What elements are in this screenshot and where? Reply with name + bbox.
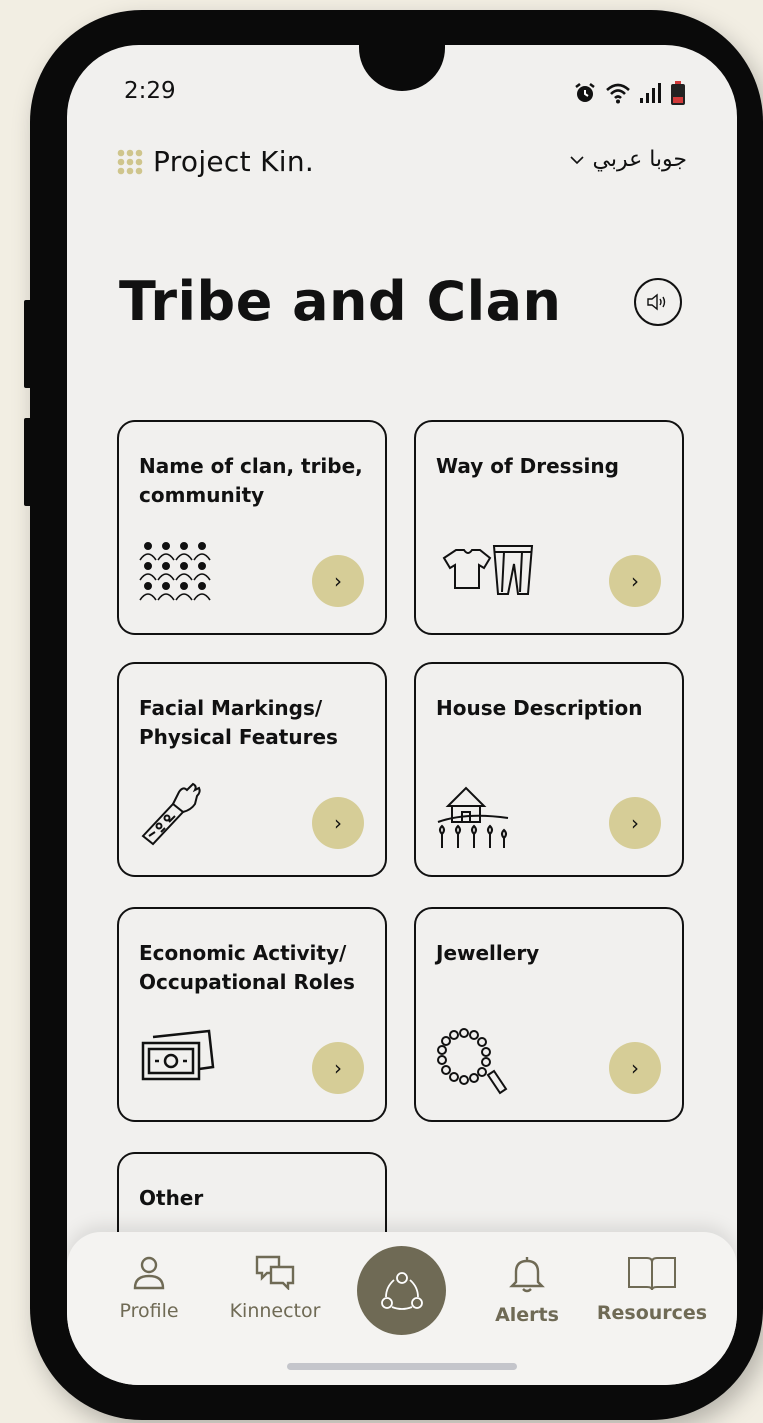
card-title: Name of clan, tribe, community <box>139 454 363 507</box>
chevron-down-icon <box>570 155 585 164</box>
card-title: Facial Markings/ Physical Features <box>139 696 338 749</box>
card-title: Jewellery <box>436 941 540 965</box>
person-icon <box>133 1256 165 1290</box>
bottom-tab-bar: Profile Kinnector Alerts Resources <box>67 1232 737 1385</box>
card-house-description[interactable]: House Description › <box>414 662 684 877</box>
card-economic-activity[interactable]: Economic Activity/ Occupational Roles › <box>117 907 387 1122</box>
speaker-button[interactable] <box>634 278 682 326</box>
card-arrow-button[interactable]: › <box>312 555 364 607</box>
network-icon <box>380 1271 423 1310</box>
tab-kinnector-label: Kinnector <box>229 1300 321 1322</box>
brand[interactable]: Project Kin. <box>117 145 314 178</box>
people-group-icon <box>139 541 211 601</box>
screen: 2:29 Project Kin. جوبا عربي Tribe and Cl… <box>67 45 737 1385</box>
tab-alerts-label: Alerts <box>495 1304 559 1326</box>
signal-icon <box>640 83 661 103</box>
card-clan-name[interactable]: Name of clan, tribe, community › <box>117 420 387 635</box>
chat-bubbles-icon <box>255 1255 295 1290</box>
beads-icon <box>437 1028 508 1095</box>
page-title: Tribe and Clan <box>119 270 562 333</box>
card-way-of-dressing[interactable]: Way of Dressing › <box>414 420 684 635</box>
tab-kinnector[interactable]: Kinnector <box>215 1254 335 1322</box>
card-arrow-button[interactable]: › <box>312 797 364 849</box>
card-title: Economic Activity/ Occupational Roles <box>139 941 355 994</box>
brand-name: Project Kin. <box>153 145 315 178</box>
money-icon <box>141 1029 215 1081</box>
tab-alerts[interactable]: Alerts <box>467 1254 587 1326</box>
wifi-icon <box>606 83 630 104</box>
card-arrow-button[interactable]: › <box>609 1042 661 1094</box>
house-icon <box>437 786 509 848</box>
status-icons <box>573 81 685 105</box>
card-arrow-button[interactable]: › <box>609 797 661 849</box>
card-arrow-button[interactable]: › <box>312 1042 364 1094</box>
speaker-icon <box>647 293 666 311</box>
tab-profile[interactable]: Profile <box>89 1254 209 1322</box>
language-selector[interactable]: جوبا عربي <box>570 147 687 172</box>
card-arrow-button[interactable]: › <box>609 555 661 607</box>
alarm-icon <box>575 83 595 102</box>
clothing-icon <box>442 545 534 595</box>
logo-dots-icon <box>117 149 143 174</box>
status-time: 2:29 <box>124 78 176 104</box>
card-title: Way of Dressing <box>436 454 619 478</box>
camera-notch <box>359 45 445 91</box>
card-jewellery[interactable]: Jewellery › <box>414 907 684 1122</box>
card-title: House Description <box>436 696 643 720</box>
tab-resources-label: Resources <box>596 1302 708 1324</box>
language-label: جوبا عربي <box>592 147 687 172</box>
tab-resources[interactable]: Resources <box>592 1254 712 1324</box>
card-facial-markings[interactable]: Facial Markings/ Physical Features › <box>117 662 387 877</box>
book-icon <box>628 1257 676 1291</box>
tattooed-arm-icon <box>141 782 201 846</box>
home-indicator[interactable] <box>287 1363 517 1370</box>
battery-icon <box>671 81 685 105</box>
bell-icon <box>509 1257 545 1293</box>
center-network-button[interactable] <box>357 1246 446 1335</box>
card-title: Other <box>139 1186 204 1210</box>
tab-profile-label: Profile <box>119 1300 179 1322</box>
